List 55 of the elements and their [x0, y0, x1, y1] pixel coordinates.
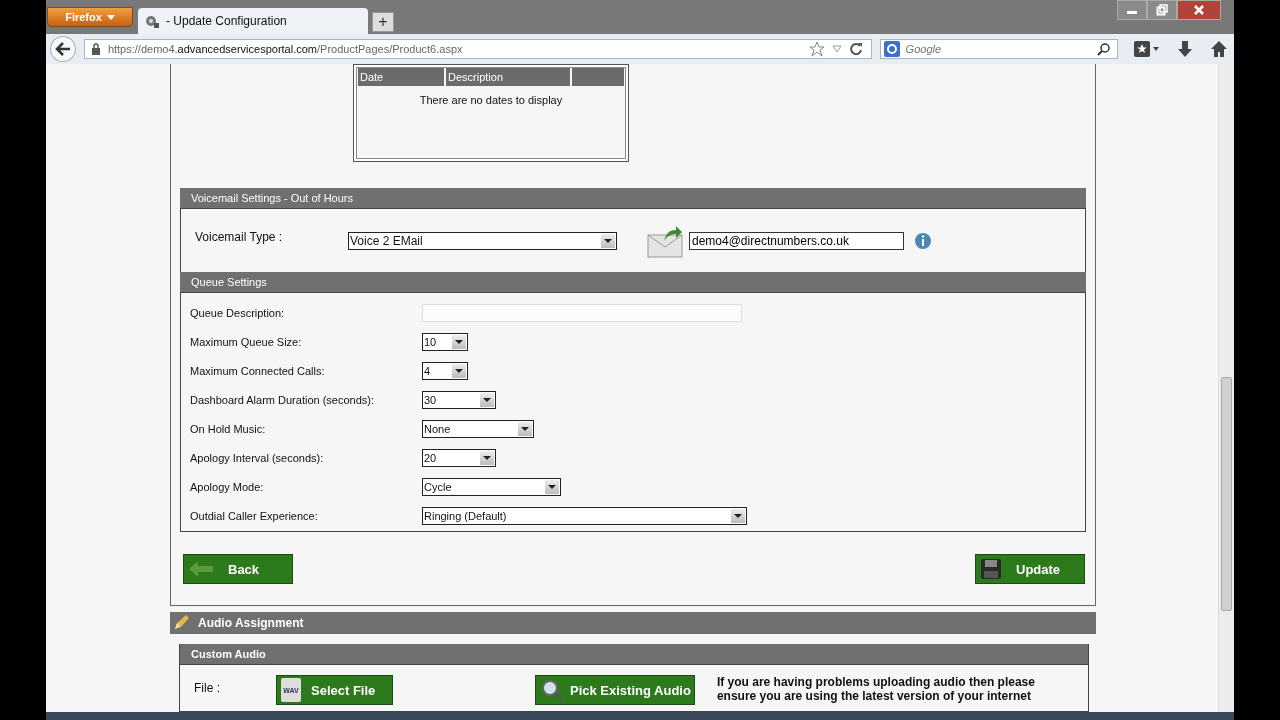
- gear-icon: [144, 13, 160, 29]
- dropdown[interactable]: 10: [422, 332, 468, 351]
- back-button[interactable]: [50, 36, 76, 62]
- dropdown[interactable]: 30: [422, 390, 496, 409]
- pick-existing-audio-button[interactable]: Pick Existing Audio: [535, 675, 695, 705]
- back-arrow-icon: [54, 42, 71, 56]
- field-label: On Hold Music:: [190, 423, 267, 436]
- browser-tab[interactable]: - Update Configuration: [138, 8, 368, 34]
- field-label: File :: [194, 681, 221, 695]
- field-label: Outdial Caller Experience:: [190, 510, 319, 523]
- section-header: Audio Assignment: [198, 616, 304, 630]
- field-label: Maximum Connected Calls:: [190, 364, 326, 377]
- empty-message: There are no dates to display: [419, 94, 563, 106]
- back-button[interactable]: Back: [183, 554, 293, 584]
- search-icon[interactable]: [1097, 42, 1112, 56]
- restore-button[interactable]: [1147, 0, 1177, 20]
- dropdown[interactable]: Ringing (Default): [422, 507, 747, 526]
- dropdown[interactable]: None: [422, 420, 534, 439]
- section-header: Queue Settings: [180, 272, 1086, 293]
- section-header: Voicemail Settings - Out of Hours: [180, 188, 1086, 209]
- dropdown[interactable]: Cycle: [422, 478, 561, 497]
- dropdown[interactable]: 20: [422, 449, 496, 468]
- pencil-icon: [172, 614, 190, 632]
- star-icon[interactable]: [808, 41, 825, 57]
- info-icon[interactable]: [914, 231, 932, 250]
- update-button[interactable]: Update: [975, 554, 1085, 584]
- close-button[interactable]: [1177, 0, 1221, 20]
- google-icon[interactable]: [883, 41, 900, 57]
- lock-icon: [90, 43, 101, 55]
- download-icon[interactable]: [1176, 40, 1195, 58]
- magnifier-icon: [540, 678, 564, 702]
- bookmarks-icon[interactable]: [1134, 41, 1161, 57]
- new-tab-button[interactable]: +: [372, 12, 394, 32]
- address-bar[interactable]: https://demo4.advancedservicesportal.com/ProductPages/Product6.aspx: [83, 39, 872, 59]
- search-field[interactable]: Google: [879, 39, 1119, 59]
- field-label: Voicemail Type :: [195, 229, 284, 244]
- field-label: Apology Mode:: [190, 481, 265, 494]
- field-label: Queue Description:: [190, 306, 286, 319]
- column-header: Description: [446, 68, 570, 86]
- section-header: Custom Audio: [180, 644, 1088, 665]
- reload-icon[interactable]: [848, 42, 863, 56]
- restore-icon: [1156, 4, 1168, 16]
- email-field[interactable]: demo4@directnumbers.co.uk: [689, 231, 904, 250]
- field-label: Dashboard Alarm Duration (seconds):: [190, 393, 376, 406]
- dropdown[interactable]: 4: [422, 361, 468, 380]
- field-label: Apology Interval (seconds):: [190, 452, 325, 465]
- column-header: Date: [358, 68, 444, 86]
- upload-help-text: If you are having problems uploading audio then please ensure you are using the latest version of your internet: [716, 675, 1036, 703]
- dropdown-icon[interactable]: [831, 45, 842, 53]
- close-icon: [1193, 4, 1205, 16]
- arrow-left-icon: [188, 560, 214, 578]
- home-icon[interactable]: [1210, 40, 1228, 58]
- field-label: Maximum Queue Size:: [190, 335, 303, 348]
- voicemail-type-select[interactable]: Voice 2 EMail: [348, 231, 617, 250]
- minimize-button[interactable]: [1117, 0, 1147, 20]
